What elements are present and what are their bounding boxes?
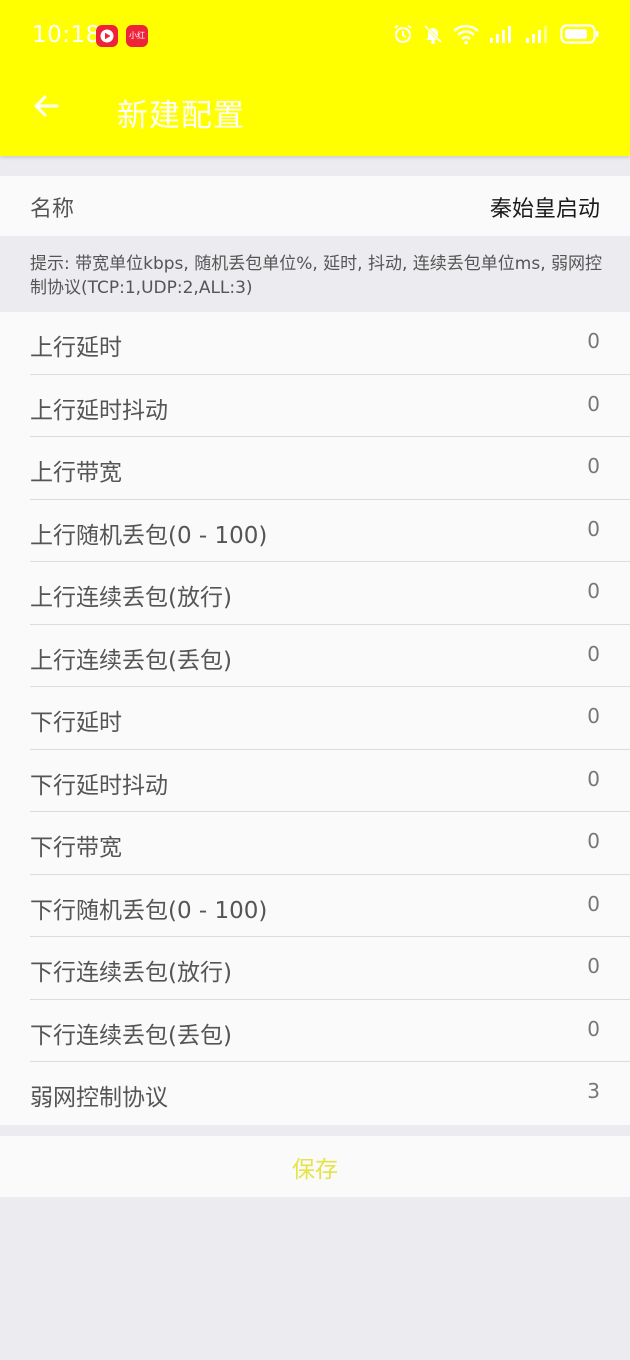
settings-row-label: 下行随机丢包(0 - 100) [30,897,268,924]
settings-row-label: 上行连续丢包(放行) [30,585,232,611]
settings-row-value[interactable]: 0 [587,767,600,791]
save-button[interactable]: 保存 [0,1136,630,1197]
settings-row[interactable]: 弱网控制协议 3 [0,1062,630,1125]
settings-list: 上行延时 0 上行延时抖动 0 上行带宽 0 上行随机丢包(0 - 100) 0 上行连续丢包(… [0,312,630,1125]
page-title: 新建配置 [117,98,245,134]
back-button[interactable] [26,88,66,128]
settings-row[interactable]: 下行随机丢包(0 - 100) 0 [0,875,630,937]
settings-row[interactable]: 上行带宽 0 [0,437,630,500]
settings-row-label: 上行带宽 [30,460,122,486]
settings-row[interactable]: 下行连续丢包(放行) 0 [0,937,630,1000]
settings-row-value[interactable]: 0 [587,829,600,853]
settings-row-label: 上行随机丢包(0 - 100) [30,522,268,549]
mute-bell-icon [422,23,444,49]
settings-row-label: 下行延时 [30,710,122,736]
status-time: 10:18 [32,22,101,48]
name-row[interactable]: 名称 秦始皇启动 [0,176,630,236]
settings-row-label: 上行延时 [30,335,122,361]
settings-row[interactable]: 上行延时抖动 0 [0,375,630,437]
status-icons [392,22,600,50]
video-app-icon [96,25,118,47]
settings-row-value[interactable]: 0 [587,704,600,728]
settings-row[interactable]: 上行连续丢包(放行) 0 [0,562,630,625]
alarm-icon [392,23,414,49]
settings-row[interactable]: 下行连续丢包(丢包) 0 [0,1000,630,1062]
settings-row-value[interactable]: 0 [587,454,600,478]
settings-row[interactable]: 下行带宽 0 [0,812,630,875]
settings-row-label: 下行连续丢包(丢包) [30,1022,232,1049]
xiaohongshu-app-icon: 小红书 [126,25,148,47]
settings-row[interactable]: 上行连续丢包(丢包) 0 [0,625,630,687]
app-header: 10:18 小红书 [0,0,630,156]
name-value[interactable]: 秦始皇启动 [490,191,600,223]
settings-row-label: 上行延时抖动 [30,397,168,424]
settings-row[interactable]: 上行随机丢包(0 - 100) 0 [0,500,630,562]
settings-row[interactable]: 上行延时 0 [0,312,630,375]
wifi-icon [452,23,480,49]
settings-row[interactable]: 下行延时 0 [0,687,630,750]
settings-row[interactable]: 下行延时抖动 0 [0,750,630,812]
settings-row-value[interactable]: 0 [587,1017,600,1041]
hint-text: 提示: 带宽单位kbps, 随机丢包单位%, 延时, 抖动, 连续丢包单位ms,… [30,254,603,298]
settings-row-value[interactable]: 0 [587,579,600,603]
settings-row-value[interactable]: 0 [587,329,600,353]
arrow-left-icon [31,91,61,125]
settings-row-value[interactable]: 0 [587,954,600,978]
settings-row-value[interactable]: 0 [587,642,600,666]
battery-icon [560,23,600,49]
settings-row-value[interactable]: 0 [587,517,600,541]
settings-row-value[interactable]: 0 [587,892,600,916]
settings-row-label: 弱网控制协议 [30,1085,168,1111]
signal-icon [488,23,516,49]
settings-row-value[interactable]: 0 [587,392,600,416]
settings-row-label: 下行连续丢包(放行) [30,960,232,986]
signal-icon [524,23,552,49]
name-label: 名称 [30,197,75,222]
settings-row-value[interactable]: 3 [587,1079,600,1103]
settings-row-label: 上行连续丢包(丢包) [30,647,232,674]
settings-row-label: 下行带宽 [30,835,122,861]
settings-row-label: 下行延时抖动 [30,772,168,799]
